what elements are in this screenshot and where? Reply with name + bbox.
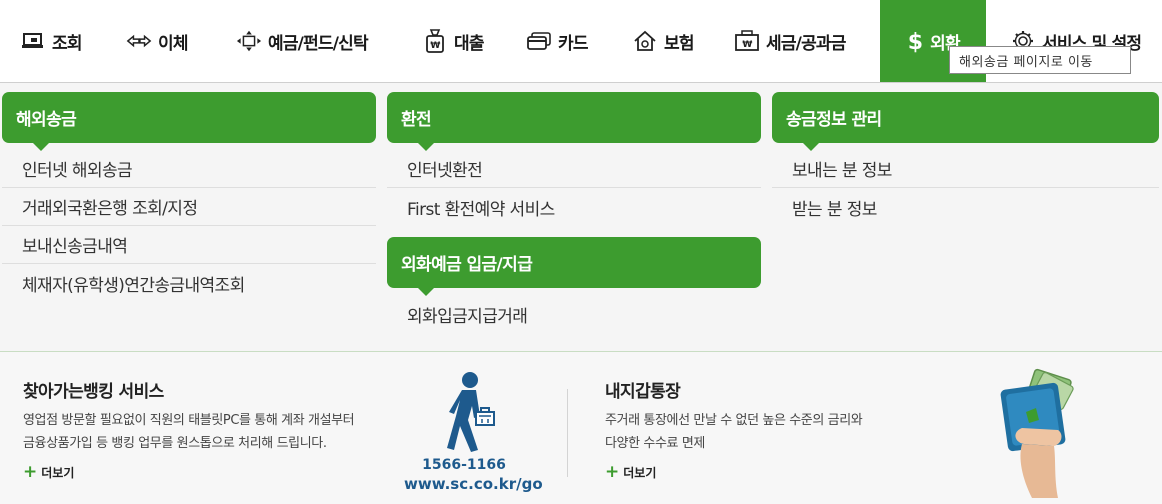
- submenu-item[interactable]: 체재자(유학생)연간송금내역조회: [2, 264, 376, 302]
- card-icon: [526, 29, 552, 53]
- promo-title: 내지갑통장: [605, 382, 681, 402]
- promo-desc-line: 다양한 수수료 면제: [605, 436, 705, 451]
- money-bag-icon: ₩: [422, 29, 448, 53]
- category-header[interactable]: 외화예금 입금/지급: [387, 237, 761, 296]
- promo-desc-line: 주거래 통장에선 만날 수 없던 높은 수준의 금리와: [605, 413, 863, 428]
- submenu-item[interactable]: 받는 분 정보: [772, 188, 1159, 226]
- submenu-list: 인터넷 해외송금 거래외국환은행 조회/지정 보내신송금내역 체재자(유학생)연…: [2, 150, 376, 302]
- more-label: 더보기: [623, 466, 657, 480]
- svg-text:₩: ₩: [430, 41, 440, 51]
- move-arrows-icon: [236, 29, 262, 53]
- nav-item-insurance[interactable]: 보험: [632, 0, 694, 82]
- phone-number: 1566-1166: [422, 457, 506, 473]
- walking-banker-illustration: [438, 370, 502, 460]
- promo-divider: [567, 389, 568, 477]
- submenu-item[interactable]: 보내는 분 정보: [772, 150, 1159, 188]
- more-link[interactable]: + 더보기: [23, 464, 74, 481]
- nav-label: 이체: [158, 33, 188, 54]
- wallet-hand-illustration: [992, 368, 1092, 504]
- contact-info: 1566-1166 www.sc.co.kr/go: [404, 456, 543, 494]
- monitor-icon: [20, 29, 46, 53]
- nav-item-loan[interactable]: ₩ 대출: [422, 0, 484, 82]
- nav-label: 예금/펀드/신탁: [268, 33, 369, 54]
- nav-label: 카드: [558, 33, 588, 54]
- tax-box-icon: ₩: [734, 29, 760, 53]
- category-header[interactable]: 환전: [387, 92, 761, 151]
- submenu-list: 보내는 분 정보 받는 분 정보: [772, 150, 1159, 226]
- nav-item-tax[interactable]: ₩ 세금/공과금: [734, 0, 846, 82]
- promo-title: 찾아가는뱅킹 서비스: [23, 382, 164, 402]
- nav-label: 조회: [52, 33, 82, 54]
- submenu-item[interactable]: 외화입금지급거래: [387, 295, 761, 333]
- plus-icon: +: [23, 462, 38, 482]
- nav-label: 대출: [454, 33, 484, 54]
- forex-mega-menu: 해외송금 인터넷 해외송금 거래외국환은행 조회/지정 보내신송금내역 체재자(…: [0, 83, 1162, 351]
- submenu-item[interactable]: First 환전예약 서비스: [387, 188, 761, 226]
- dollar-icon: $: [906, 29, 924, 53]
- menu-column-overseas-remittance: 해외송금 인터넷 해외송금 거래외국환은행 조회/지정 보내신송금내역 체재자(…: [2, 92, 376, 302]
- submenu-list: 인터넷환전 First 환전예약 서비스: [387, 150, 761, 226]
- submenu-item[interactable]: 보내신송금내역: [2, 226, 376, 264]
- nav-label: 세금/공과금: [766, 33, 846, 54]
- more-link[interactable]: + 더보기: [605, 464, 656, 481]
- service-url: www.sc.co.kr/go: [404, 475, 543, 493]
- nav-item-transfer[interactable]: 이체: [126, 0, 188, 82]
- submenu-item[interactable]: 인터넷환전: [387, 150, 761, 188]
- svg-text:₩: ₩: [742, 40, 752, 50]
- category-header[interactable]: 송금정보 관리: [772, 92, 1159, 151]
- promo-section: 찾아가는뱅킹 서비스 영업점 방문할 필요없이 직원의 태블릿PC를 통해 계좌…: [0, 352, 1162, 504]
- nav-item-card[interactable]: 카드: [526, 0, 588, 82]
- promo-description: 주거래 통장에선 만날 수 없던 높은 수준의 금리와 다양한 수수료 면제: [605, 409, 863, 455]
- tooltip: 해외송금 페이지로 이동: [949, 46, 1131, 74]
- submenu-list: 외화입금지급거래: [387, 295, 761, 333]
- nav-label: 보험: [664, 33, 694, 54]
- nav-item-inquiry[interactable]: 조회: [20, 0, 82, 82]
- svg-text:$: $: [908, 30, 922, 53]
- category-header[interactable]: 해외송금: [2, 92, 376, 151]
- plus-icon: +: [605, 462, 620, 482]
- promo-description: 영업점 방문할 필요없이 직원의 태블릿PC를 통해 계좌 개설부터 금융상품가…: [23, 409, 355, 455]
- more-label: 더보기: [41, 466, 75, 480]
- submenu-item[interactable]: 인터넷 해외송금: [2, 150, 376, 188]
- submenu-item[interactable]: 거래외국환은행 조회/지정: [2, 188, 376, 226]
- promo-desc-line: 영업점 방문할 필요없이 직원의 태블릿PC를 통해 계좌 개설부터: [23, 413, 355, 428]
- house-icon: [632, 29, 658, 53]
- menu-column-exchange: 환전 인터넷환전 First 환전예약 서비스 외화예금 입금/지급 외화입금지…: [387, 92, 761, 333]
- menu-column-remittance-info: 송금정보 관리 보내는 분 정보 받는 분 정보: [772, 92, 1159, 226]
- transfer-arrows-icon: [126, 29, 152, 53]
- promo-desc-line: 금융상품가입 등 뱅킹 업무를 원스톱으로 처리해 드립니다.: [23, 436, 327, 451]
- nav-item-deposit[interactable]: 예금/펀드/신탁: [236, 0, 369, 82]
